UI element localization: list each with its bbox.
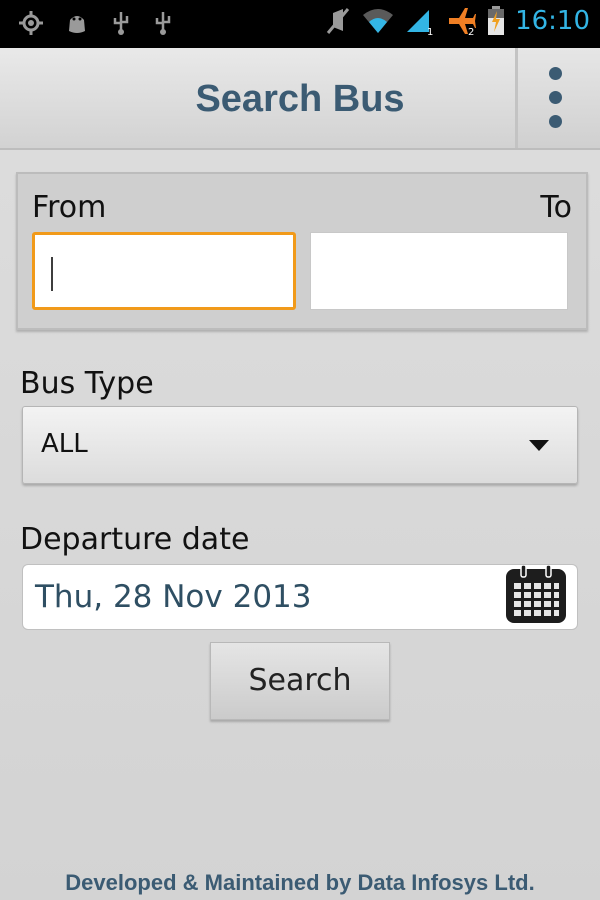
calendar-icon[interactable] bbox=[505, 564, 567, 629]
from-label: From bbox=[32, 190, 107, 225]
overflow-menu-button[interactable] bbox=[515, 48, 600, 148]
route-panel: From To bbox=[16, 172, 588, 330]
departure-date-label: Departure date bbox=[20, 522, 250, 557]
mute-icon bbox=[325, 7, 351, 35]
usb-icon bbox=[110, 10, 132, 36]
action-bar: Search Bus bbox=[0, 48, 600, 150]
bus-type-label: Bus Type bbox=[20, 366, 154, 401]
signal-icon: 1 bbox=[405, 6, 435, 36]
search-form: From To Bus Type ALL Departure date Thu,… bbox=[0, 150, 600, 900]
departure-date-field[interactable]: Thu, 28 Nov 2013 bbox=[22, 564, 578, 630]
from-input[interactable] bbox=[32, 232, 296, 310]
page-title: Search Bus bbox=[195, 78, 405, 120]
svg-text:2: 2 bbox=[468, 27, 474, 36]
footer-credit: Developed & Maintained by Data Infosys L… bbox=[65, 870, 535, 895]
text-cursor bbox=[51, 257, 53, 291]
search-button[interactable]: Search bbox=[210, 642, 390, 720]
dropdown-arrow-icon bbox=[529, 440, 549, 451]
svg-text:1: 1 bbox=[427, 27, 433, 36]
to-input[interactable] bbox=[310, 232, 568, 310]
status-bar: 1 2 16:10 bbox=[0, 0, 600, 48]
bus-type-value: ALL bbox=[41, 429, 88, 459]
battery-charging-icon bbox=[487, 6, 505, 36]
status-clock: 16:10 bbox=[515, 6, 590, 36]
gps-icon bbox=[18, 10, 44, 36]
bus-type-select[interactable]: ALL bbox=[22, 406, 578, 484]
departure-date-value: Thu, 28 Nov 2013 bbox=[35, 579, 312, 615]
wifi-icon bbox=[361, 7, 395, 35]
airplane-icon: 2 bbox=[445, 6, 477, 36]
to-label: To bbox=[540, 190, 572, 225]
usb-icon bbox=[152, 10, 174, 36]
android-debug-icon bbox=[64, 10, 90, 36]
